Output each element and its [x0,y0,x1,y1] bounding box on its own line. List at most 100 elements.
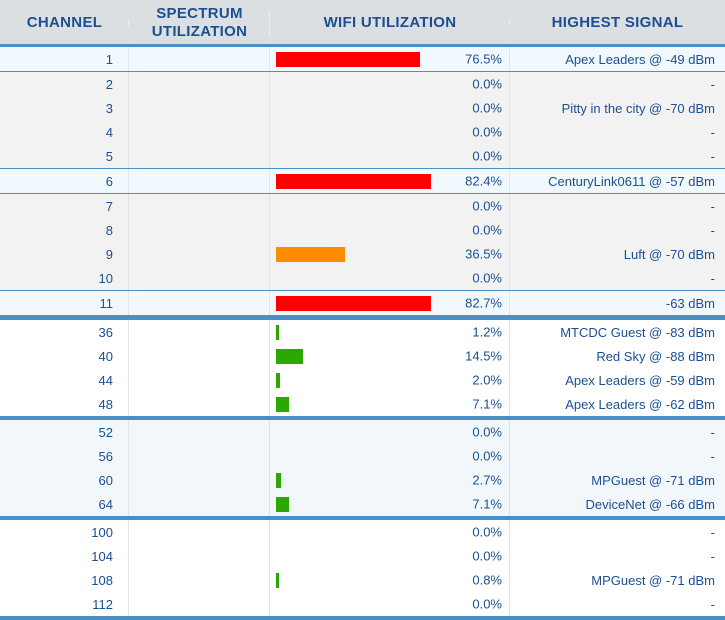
column-header-spectrum-utilization[interactable]: SPECTRUM UTILIZATION [129,5,270,41]
cell-spectrum-utilization [129,344,270,368]
table-row[interactable]: 40 14.5% Red Sky @ -88 dBm [0,344,725,368]
wifi-utilization-bar [276,472,282,488]
cell-spectrum-utilization [129,169,270,193]
cell-highest-signal: DeviceNet @ -66 dBm [510,492,725,516]
cell-spectrum-utilization [129,368,270,392]
highest-signal-label: MPGuest @ -71 dBm [591,572,715,588]
wifi-utilization-percent: 0.0% [472,424,502,440]
highest-signal-label: - [710,424,715,440]
highest-signal-label: Luft @ -70 dBm [623,246,715,262]
cell-channel: 1 [0,47,129,71]
wifi-utilization-bar [276,348,304,364]
cell-channel: 2 [0,72,129,96]
cell-highest-signal: MPGuest @ -71 dBm [510,568,725,592]
wifi-utilization-bar-track: 0.0% [276,444,502,468]
table-row[interactable]: 60 2.7% MPGuest @ -71 dBm [0,468,725,492]
table-row[interactable]: 64 7.1% DeviceNet @ -66 dBm [0,492,725,516]
wifi-utilization-bar [276,246,345,262]
table-row[interactable]: 6 82.4% CenturyLink0611 @ -57 dBm [0,168,725,194]
wifi-utilization-bar [276,324,279,340]
table-row[interactable]: 108 0.8% MPGuest @ -71 dBm [0,568,725,592]
wifi-utilization-bar-track: 2.0% [276,368,502,392]
channel-number: 11 [99,295,114,311]
cell-spectrum-utilization [129,291,270,315]
cell-wifi-utilization: 1.2% [270,320,510,344]
column-header-highest-signal[interactable]: HIGHEST SIGNAL [510,14,725,32]
table-bottom-rule [0,616,725,620]
channel-number: 8 [105,222,113,238]
wifi-utilization-percent: 0.0% [472,448,502,464]
table-row[interactable]: 2 0.0% - [0,72,725,96]
wifi-utilization-percent: 82.7% [465,295,502,311]
cell-spectrum-utilization [129,520,270,544]
table-row[interactable]: 44 2.0% Apex Leaders @ -59 dBm [0,368,725,392]
cell-highest-signal: -63 dBm [510,291,725,315]
cell-spectrum-utilization [129,242,270,266]
channel-number: 104 [91,548,113,564]
cell-wifi-utilization: 36.5% [270,242,510,266]
wifi-utilization-bar-track: 0.0% [276,544,502,568]
cell-channel: 7 [0,194,129,218]
highest-signal-label: - [710,270,715,286]
cell-channel: 9 [0,242,129,266]
channel-number: 112 [92,596,113,612]
wifi-utilization-bar-track: 0.0% [276,72,502,96]
cell-highest-signal: MPGuest @ -71 dBm [510,468,725,492]
table-row[interactable]: 56 0.0% - [0,444,725,468]
table-row[interactable]: 4 0.0% - [0,120,725,144]
highest-signal-label: CenturyLink0611 @ -57 dBm [548,173,715,189]
table-row[interactable]: 8 0.0% - [0,218,725,242]
wifi-utilization-bar-track: 7.1% [276,492,502,516]
column-header-channel[interactable]: CHANNEL [0,14,129,32]
table-row[interactable]: 7 0.0% - [0,194,725,218]
channel-number: 108 [91,572,113,588]
cell-channel: 56 [0,444,129,468]
band-2_4ghz-group-1: 1 76.5% Apex Leaders @ -49 dBm [0,46,725,72]
table-row[interactable]: 5 0.0% - [0,144,725,168]
column-header-wifi-label: WIFI UTILIZATION [323,14,457,31]
wifi-utilization-percent: 7.1% [472,496,502,512]
column-header-wifi-utilization[interactable]: WIFI UTILIZATION [270,14,510,32]
highest-signal-label: Apex Leaders @ -49 dBm [565,51,715,67]
wifi-utilization-percent: 2.7% [472,472,502,488]
cell-spectrum-utilization [129,492,270,516]
band-2_4ghz-group-3: 6 82.4% CenturyLink0611 @ -57 dBm [0,168,725,194]
cell-wifi-utilization: 0.0% [270,444,510,468]
cell-channel: 3 [0,96,129,120]
cell-highest-signal: Luft @ -70 dBm [510,242,725,266]
channel-number: 10 [98,270,113,286]
cell-wifi-utilization: 2.0% [270,368,510,392]
band-5ghz-unii2c: 100 0.0% - 104 0.0% - 108 0.8% MPGuest @ -71 dBm… [0,520,725,616]
table-row[interactable]: 11 82.7% -63 dBm [0,290,725,316]
band-2_4ghz-group-2: 2 0.0% - 3 0.0% Pitty in the city @ -70 dBm 4 0… [0,72,725,168]
channel-number: 64 [98,496,113,512]
wifi-utilization-percent: 0.8% [472,572,502,588]
cell-channel: 44 [0,368,129,392]
cell-wifi-utilization: 82.7% [270,291,510,315]
table-row[interactable]: 36 1.2% MTCDC Guest @ -83 dBm [0,320,725,344]
wifi-utilization-bar [276,496,290,512]
table-row[interactable]: 1 76.5% Apex Leaders @ -49 dBm [0,46,725,72]
cell-channel: 4 [0,120,129,144]
table-row[interactable]: 9 36.5% Luft @ -70 dBm [0,242,725,266]
table-row[interactable]: 52 0.0% - [0,420,725,444]
column-header-spectrum-label-line2: UTILIZATION [151,23,248,40]
table-row[interactable]: 48 7.1% Apex Leaders @ -62 dBm [0,392,725,416]
table-body: 1 76.5% Apex Leaders @ -49 dBm 2 0.0% - 3 0.0% P… [0,46,725,616]
cell-spectrum-utilization [129,218,270,242]
cell-channel: 108 [0,568,129,592]
cell-channel: 10 [0,266,129,290]
wifi-utilization-percent: 0.0% [472,148,502,164]
cell-wifi-utilization: 76.5% [270,47,510,71]
table-row[interactable]: 3 0.0% Pitty in the city @ -70 dBm [0,96,725,120]
highest-signal-label: - [710,76,715,92]
cell-wifi-utilization: 0.0% [270,266,510,290]
highest-signal-label: Apex Leaders @ -59 dBm [565,372,715,388]
table-row[interactable]: 104 0.0% - [0,544,725,568]
table-row[interactable]: 10 0.0% - [0,266,725,290]
channel-number: 44 [98,372,113,388]
channel-number: 1 [105,51,113,67]
table-row[interactable]: 100 0.0% - [0,520,725,544]
table-row[interactable]: 112 0.0% - [0,592,725,616]
wifi-utilization-bar-track: 36.5% [276,242,502,266]
